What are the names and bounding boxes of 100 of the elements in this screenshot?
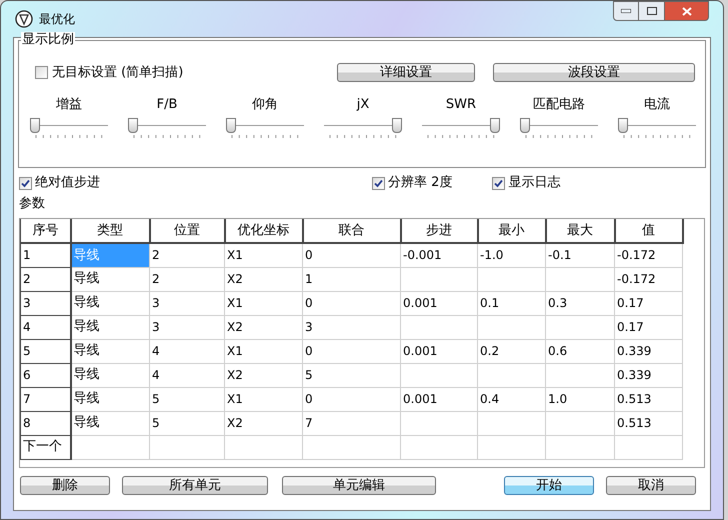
settings-button[interactable]: 详细设置 [337, 63, 475, 82]
table-cell[interactable]: 5 [150, 411, 224, 435]
checkbox[interactable] [492, 176, 506, 190]
table-cell[interactable]: 0.3 [546, 291, 614, 315]
table-cell[interactable]: -0.172 [614, 267, 682, 291]
table-cell[interactable] [400, 363, 478, 387]
table-cell[interactable]: 0.513 [614, 411, 682, 435]
table-cell[interactable]: 0 [302, 339, 400, 363]
checkbox[interactable] [19, 176, 32, 190]
table-cell[interactable]: 0 [302, 387, 400, 411]
table-cell[interactable]: 3 [150, 291, 224, 315]
table-cell[interactable]: 3 [150, 315, 224, 339]
table-cell[interactable]: 导线 [70, 315, 150, 339]
row-header[interactable]: 3 [20, 291, 70, 315]
table-cell[interactable] [400, 267, 478, 291]
settings-button[interactable]: 波段设置 [493, 63, 695, 82]
table-cell[interactable]: 导线 [70, 291, 150, 315]
slider-thumb[interactable] [128, 118, 138, 132]
slider-thumb[interactable] [520, 118, 530, 132]
table-cell[interactable] [478, 363, 546, 387]
table-cell[interactable]: 1.0 [546, 387, 614, 411]
row-header[interactable]: 8 [20, 411, 70, 435]
slider[interactable] [226, 118, 304, 140]
table-cell[interactable]: 0.001 [400, 291, 478, 315]
table-cell[interactable]: -0.172 [614, 243, 682, 267]
row-header[interactable]: 下一个 [20, 435, 70, 459]
button[interactable]: 取消 [606, 476, 696, 495]
table-cell[interactable]: 导线 [70, 387, 150, 411]
button[interactable]: 单元编辑 [282, 476, 436, 495]
table-cell[interactable]: 0 [302, 243, 400, 267]
table-cell[interactable]: 导线 [70, 411, 150, 435]
table-cell[interactable]: 4 [150, 339, 224, 363]
table-cell[interactable] [546, 363, 614, 387]
table-cell[interactable]: -0.001 [400, 243, 478, 267]
table-cell[interactable]: 7 [302, 411, 400, 435]
table-cell[interactable] [478, 267, 546, 291]
column-header[interactable]: 联合 [302, 219, 400, 243]
table-cell[interactable]: 0 [302, 291, 400, 315]
slider-thumb[interactable] [226, 118, 236, 132]
table-cell[interactable]: 0.513 [614, 387, 682, 411]
table-cell[interactable]: 2 [150, 267, 224, 291]
row-header[interactable]: 5 [20, 339, 70, 363]
table-cell[interactable]: X1 [224, 339, 302, 363]
slider[interactable] [618, 118, 696, 140]
column-header[interactable]: 最小 [478, 219, 546, 243]
table-cell[interactable]: 0.6 [546, 339, 614, 363]
column-header[interactable]: 优化坐标 [224, 219, 302, 243]
button[interactable]: 删除 [20, 476, 110, 495]
slider[interactable] [520, 118, 598, 140]
table-cell[interactable]: X1 [224, 387, 302, 411]
slider-thumb[interactable] [618, 118, 628, 132]
slider-thumb[interactable] [392, 118, 402, 132]
table-cell[interactable] [546, 315, 614, 339]
table-cell[interactable]: X2 [224, 363, 302, 387]
column-header[interactable]: 步进 [400, 219, 478, 243]
table-cell[interactable]: 0.001 [400, 387, 478, 411]
table-cell[interactable]: 0.17 [614, 315, 682, 339]
table-cell[interactable] [546, 267, 614, 291]
table-cell[interactable]: 4 [150, 363, 224, 387]
table-cell[interactable]: X2 [224, 315, 302, 339]
row-header[interactable]: 4 [20, 315, 70, 339]
button[interactable]: 开始 [504, 476, 594, 495]
button[interactable]: 所有单元 [122, 476, 268, 495]
table-cell[interactable] [400, 315, 478, 339]
checkbox[interactable] [35, 66, 48, 80]
table-cell[interactable]: X2 [224, 411, 302, 435]
table-cell[interactable]: 0.4 [478, 387, 546, 411]
slider[interactable] [128, 118, 206, 140]
table-cell[interactable]: 0.001 [400, 339, 478, 363]
table-cell[interactable]: 导线 [70, 363, 150, 387]
column-header[interactable]: 最大 [546, 219, 614, 243]
table-cell[interactable] [400, 411, 478, 435]
table-cell[interactable] [478, 315, 546, 339]
table-cell[interactable]: X1 [224, 291, 302, 315]
column-header[interactable]: 值 [614, 219, 682, 243]
slider[interactable] [324, 118, 402, 140]
table-cell[interactable] [478, 411, 546, 435]
table-cell[interactable]: 0.2 [478, 339, 546, 363]
row-header[interactable]: 7 [20, 387, 70, 411]
checkbox[interactable] [372, 176, 385, 190]
table-cell[interactable]: 导线 [70, 339, 150, 363]
row-header[interactable]: 6 [20, 363, 70, 387]
maximize-button[interactable] [639, 1, 665, 21]
table-cell[interactable]: 0.339 [614, 339, 682, 363]
table-cell[interactable] [546, 411, 614, 435]
table-cell[interactable]: -1.0 [478, 243, 546, 267]
column-header[interactable]: 序号 [20, 219, 70, 243]
table-cell[interactable]: 导线 [70, 267, 150, 291]
row-header[interactable]: 2 [20, 267, 70, 291]
column-header[interactable]: 位置 [150, 219, 224, 243]
row-header[interactable]: 1 [20, 243, 70, 267]
table-cell[interactable]: X1 [224, 243, 302, 267]
table-cell[interactable]: 3 [302, 315, 400, 339]
close-button[interactable] [665, 1, 709, 21]
table-cell[interactable]: -0.1 [546, 243, 614, 267]
slider[interactable] [30, 118, 108, 140]
table-cell[interactable]: 0.1 [478, 291, 546, 315]
table-cell[interactable]: 5 [150, 387, 224, 411]
table-cell[interactable]: 2 [150, 243, 224, 267]
table-cell[interactable]: 0.17 [614, 291, 682, 315]
